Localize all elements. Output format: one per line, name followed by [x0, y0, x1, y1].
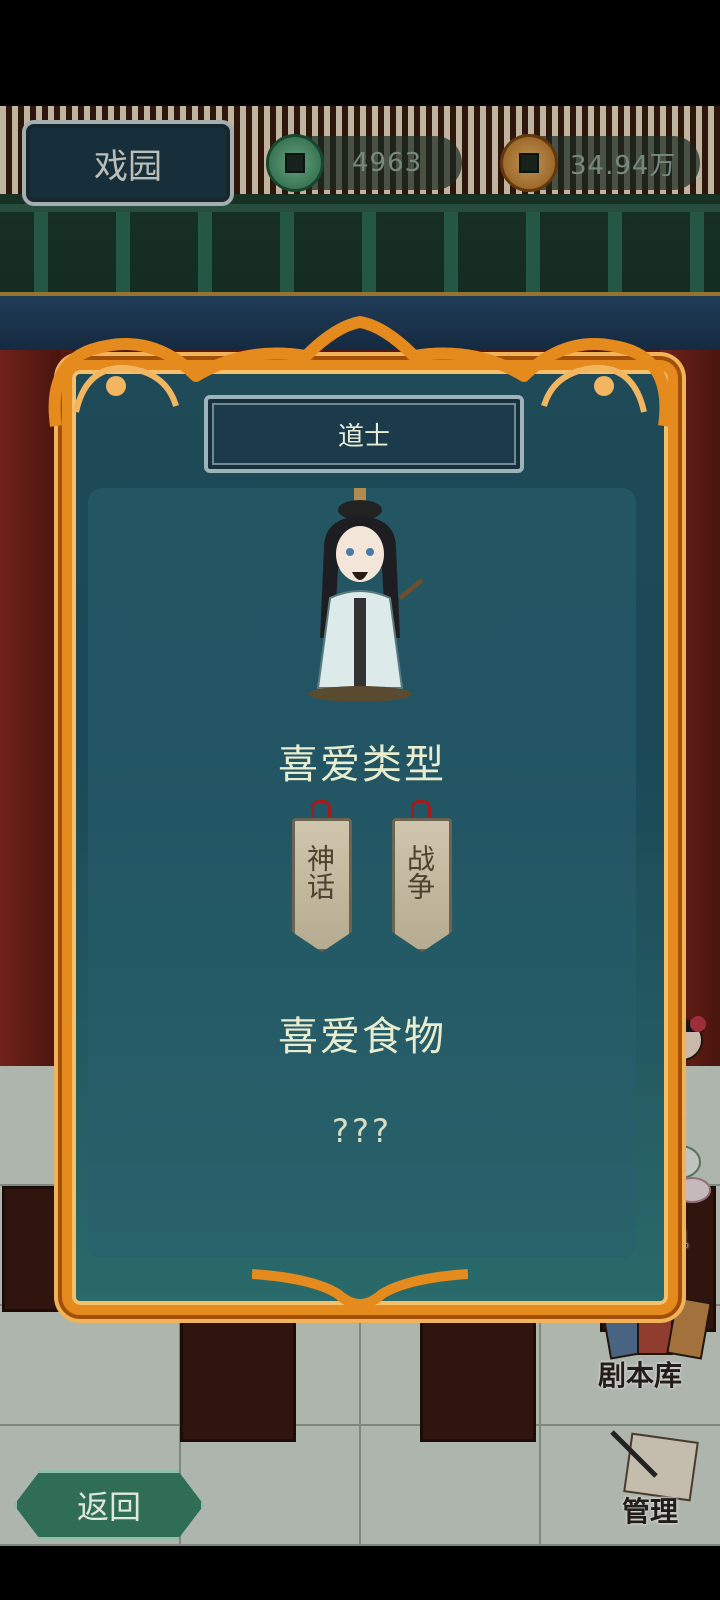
dialog-title-plate: 道士: [204, 395, 524, 473]
favorite-type-tag: 战争: [392, 800, 452, 952]
back-button[interactable]: 返回: [14, 1470, 204, 1540]
dialog-title: 道士: [337, 421, 390, 452]
back-button-label: 返回: [76, 1488, 141, 1526]
taoist-character-icon: [308, 488, 424, 702]
favorite-food-value: ???: [332, 1112, 392, 1150]
frame-ornament-bottom: [252, 1269, 468, 1309]
favorite-food-heading: 喜爱食物: [278, 1014, 446, 1060]
favorite-type-heading: 喜爱类型: [278, 742, 446, 788]
tag-label: 神话: [303, 844, 336, 900]
tag-label: 战争: [403, 844, 436, 900]
bottom-bar: [0, 1546, 720, 1600]
favorite-type-tag: 神话: [292, 800, 352, 952]
